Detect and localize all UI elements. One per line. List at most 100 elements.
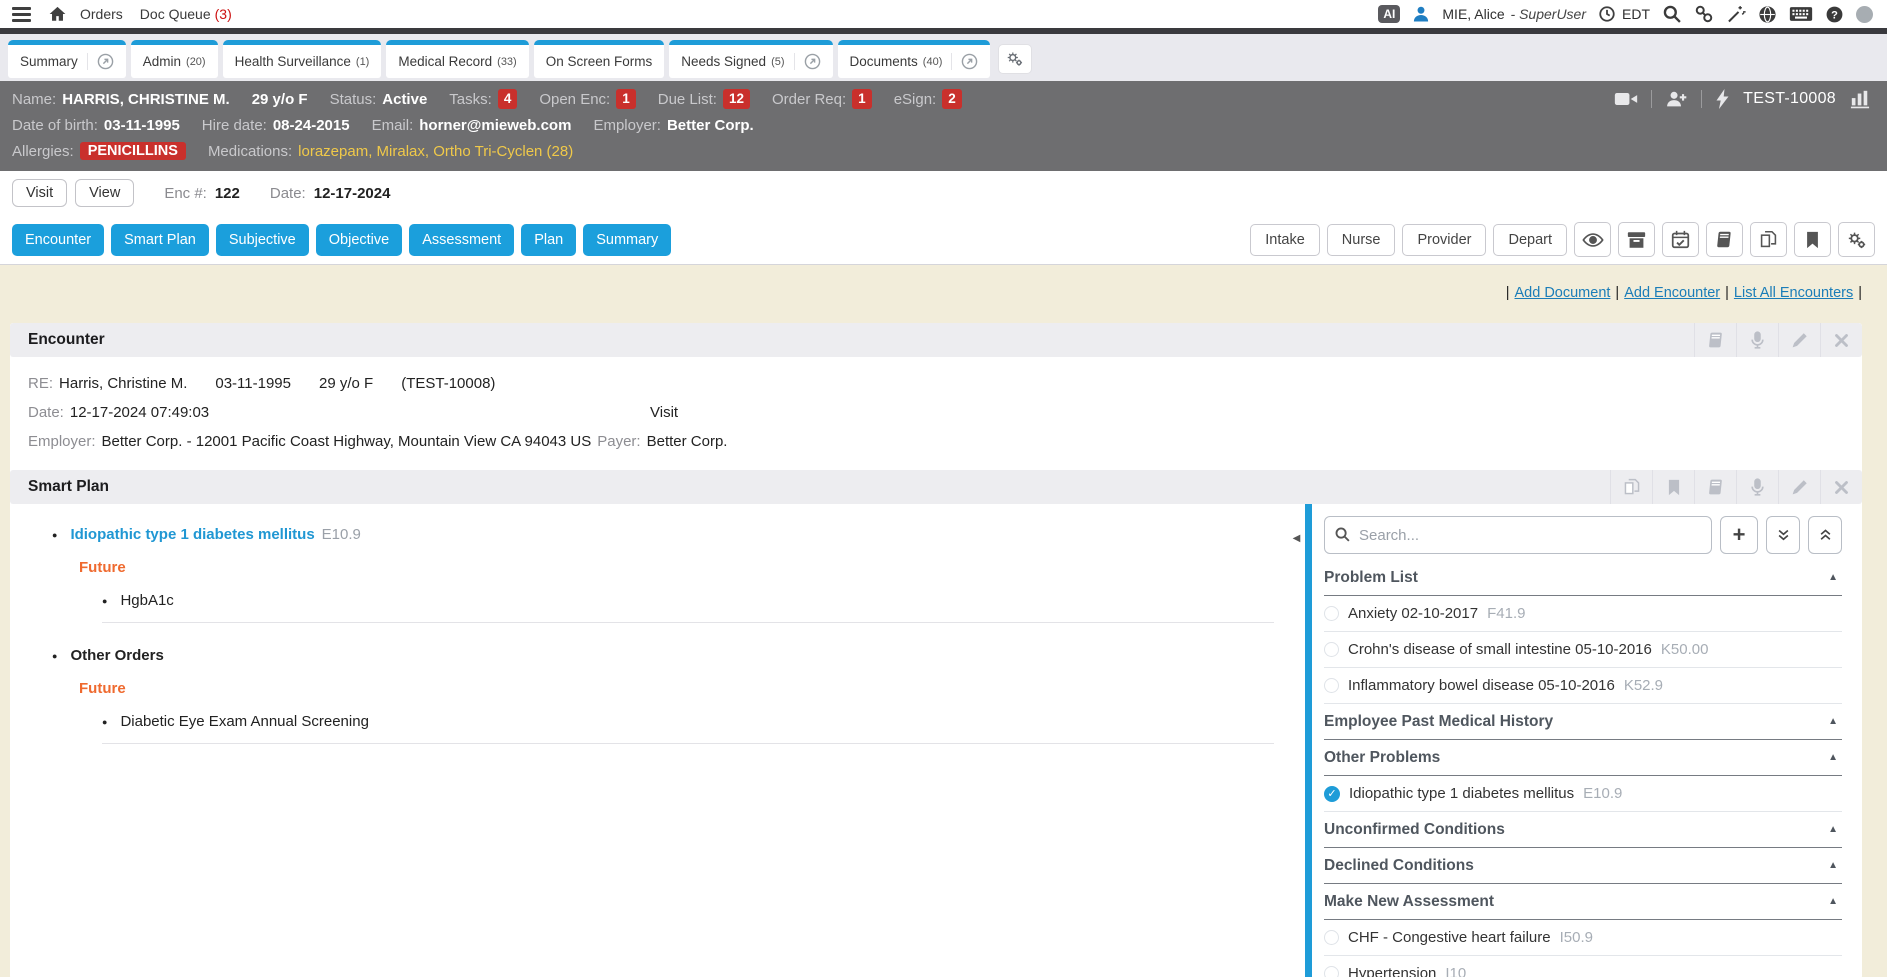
section-make-new-assessment[interactable]: Make New Assessment	[1324, 884, 1842, 920]
nav-assessment-button[interactable]: Assessment	[409, 224, 514, 256]
nav-encounter-button[interactable]: Encounter	[12, 224, 104, 256]
provider-button[interactable]: Provider	[1402, 224, 1486, 256]
globe-icon[interactable]	[1758, 5, 1777, 24]
section-problem-list[interactable]: Problem List	[1324, 560, 1842, 596]
allergy-badge[interactable]: PENICILLINS	[80, 142, 186, 160]
copy-icon[interactable]	[1610, 470, 1652, 504]
expand-all-button[interactable]	[1766, 516, 1800, 554]
unchecked-circle-icon[interactable]	[1324, 966, 1339, 977]
help-icon[interactable]: ?	[1825, 5, 1844, 24]
collapse-section-icon[interactable]	[1828, 752, 1842, 763]
wand-icon[interactable]	[1726, 4, 1746, 24]
tab-on-screen-forms[interactable]: On Screen Forms	[534, 40, 665, 78]
medications-list[interactable]: lorazepam, Miralax, Ortho Tri-Cyclen (28…	[298, 143, 573, 160]
book-icon[interactable]	[1706, 222, 1743, 257]
archive-box-icon[interactable]	[1618, 222, 1655, 257]
section-other-problems[interactable]: Other Problems	[1324, 740, 1842, 776]
problem-link[interactable]: Idiopathic type 1 diabetes mellitus	[70, 526, 314, 543]
nav-objective-button[interactable]: Objective	[316, 224, 402, 256]
chart-stats-icon[interactable]	[1849, 89, 1871, 109]
bookmark-icon[interactable]	[1652, 470, 1694, 504]
nav-orders[interactable]: Orders	[80, 6, 123, 22]
unchecked-circle-icon[interactable]	[1324, 678, 1339, 693]
list-all-encounters-link[interactable]: List All Encounters	[1734, 285, 1853, 301]
close-icon[interactable]	[1820, 470, 1862, 504]
section-declined-conditions[interactable]: Declined Conditions	[1324, 848, 1842, 884]
collapse-section-icon[interactable]	[1828, 824, 1842, 835]
collapse-section-icon[interactable]	[1828, 716, 1842, 727]
eye-icon[interactable]	[1574, 222, 1611, 257]
open-new-window-icon[interactable]	[87, 53, 114, 70]
collapse-section-icon[interactable]	[1828, 572, 1842, 583]
tab-admin[interactable]: Admin(20)	[131, 40, 218, 78]
unchecked-circle-icon[interactable]	[1324, 642, 1339, 657]
search-icon[interactable]	[1662, 4, 1682, 24]
nav-subjective-button[interactable]: Subjective	[216, 224, 309, 256]
collapse-all-button[interactable]	[1808, 516, 1842, 554]
open-new-window-icon[interactable]	[951, 53, 978, 70]
tasks-badge[interactable]: 4	[498, 89, 518, 109]
intake-button[interactable]: Intake	[1250, 224, 1320, 256]
lightning-icon[interactable]	[1715, 89, 1730, 109]
unchecked-circle-icon[interactable]	[1324, 930, 1339, 945]
search-input[interactable]	[1324, 516, 1712, 554]
checked-circle-icon[interactable]	[1324, 786, 1340, 802]
unchecked-circle-icon[interactable]	[1324, 606, 1339, 621]
home-icon[interactable]	[48, 5, 67, 23]
book-icon[interactable]	[1694, 470, 1736, 504]
book-icon[interactable]	[1694, 323, 1736, 357]
add-person-icon[interactable]	[1665, 90, 1688, 108]
visit-button[interactable]: Visit	[12, 179, 67, 207]
order-req-badge[interactable]: 1	[852, 89, 872, 109]
view-button[interactable]: View	[75, 179, 134, 207]
open-enc-badge[interactable]: 1	[616, 89, 636, 109]
tab-health-surveillance[interactable]: Health Surveillance(1)	[223, 40, 382, 78]
add-condition-button[interactable]: +	[1720, 516, 1758, 554]
microphone-icon[interactable]	[1736, 470, 1778, 504]
add-encounter-link[interactable]: Add Encounter	[1624, 285, 1720, 301]
collapse-section-icon[interactable]	[1828, 860, 1842, 871]
section-employee-past-medical-history[interactable]: Employee Past Medical History	[1324, 704, 1842, 740]
depart-button[interactable]: Depart	[1493, 224, 1567, 256]
pencil-icon[interactable]	[1778, 323, 1820, 357]
copy-icon[interactable]	[1750, 222, 1787, 257]
order-item[interactable]: ● Diabetic Eye Exam Annual Screening	[102, 713, 1274, 744]
section-unconfirmed-conditions[interactable]: Unconfirmed Conditions	[1324, 812, 1842, 848]
open-new-window-icon[interactable]	[794, 53, 821, 70]
ai-badge[interactable]: AI	[1378, 5, 1400, 23]
nurse-button[interactable]: Nurse	[1327, 224, 1396, 256]
tab-medical-record[interactable]: Medical Record(33)	[386, 40, 528, 78]
nav-plan-button[interactable]: Plan	[521, 224, 576, 256]
settings-gears-icon[interactable]	[1838, 222, 1875, 257]
esign-badge[interactable]: 2	[942, 89, 962, 109]
collapse-section-icon[interactable]	[1828, 896, 1842, 907]
link-icon[interactable]	[1694, 4, 1714, 24]
status-dot[interactable]	[1856, 6, 1873, 23]
collapse-panel-icon[interactable]: ◀	[1293, 533, 1301, 544]
menu-icon[interactable]	[12, 7, 31, 22]
video-camera-icon[interactable]	[1614, 90, 1638, 108]
bookmark-icon[interactable]	[1794, 222, 1831, 257]
condition-item[interactable]: Anxiety 02-10-2017 F41.9	[1324, 596, 1842, 632]
add-document-link[interactable]: Add Document	[1515, 285, 1611, 301]
timezone-label[interactable]: EDT	[1622, 6, 1650, 22]
condition-item[interactable]: Inflammatory bowel disease 05-10-2016 K5…	[1324, 668, 1842, 704]
due-list-badge[interactable]: 12	[723, 89, 750, 109]
tab-settings-gear-icon[interactable]	[998, 44, 1032, 74]
condition-item[interactable]: CHF - Congestive heart failure I50.9	[1324, 920, 1842, 956]
nav-smart-plan-button[interactable]: Smart Plan	[111, 224, 209, 256]
tab-needs-signed[interactable]: Needs Signed(5)	[669, 40, 832, 78]
pencil-icon[interactable]	[1778, 470, 1820, 504]
condition-item[interactable]: Idiopathic type 1 diabetes mellitus E10.…	[1324, 776, 1842, 812]
user-name[interactable]: MIE, Alice - SuperUser	[1442, 6, 1586, 22]
tab-documents[interactable]: Documents(40)	[838, 40, 991, 78]
calendar-check-icon[interactable]	[1662, 222, 1699, 257]
tab-summary[interactable]: Summary	[8, 40, 126, 78]
close-icon[interactable]	[1820, 323, 1862, 357]
condition-item[interactable]: Hypertension I10	[1324, 956, 1842, 977]
keyboard-icon[interactable]	[1789, 5, 1813, 23]
condition-item[interactable]: Crohn's disease of small intestine 05-10…	[1324, 632, 1842, 668]
microphone-icon[interactable]	[1736, 323, 1778, 357]
order-item[interactable]: ● HgbA1c	[102, 592, 1274, 623]
nav-doc-queue[interactable]: Doc Queue(3)	[140, 6, 232, 22]
